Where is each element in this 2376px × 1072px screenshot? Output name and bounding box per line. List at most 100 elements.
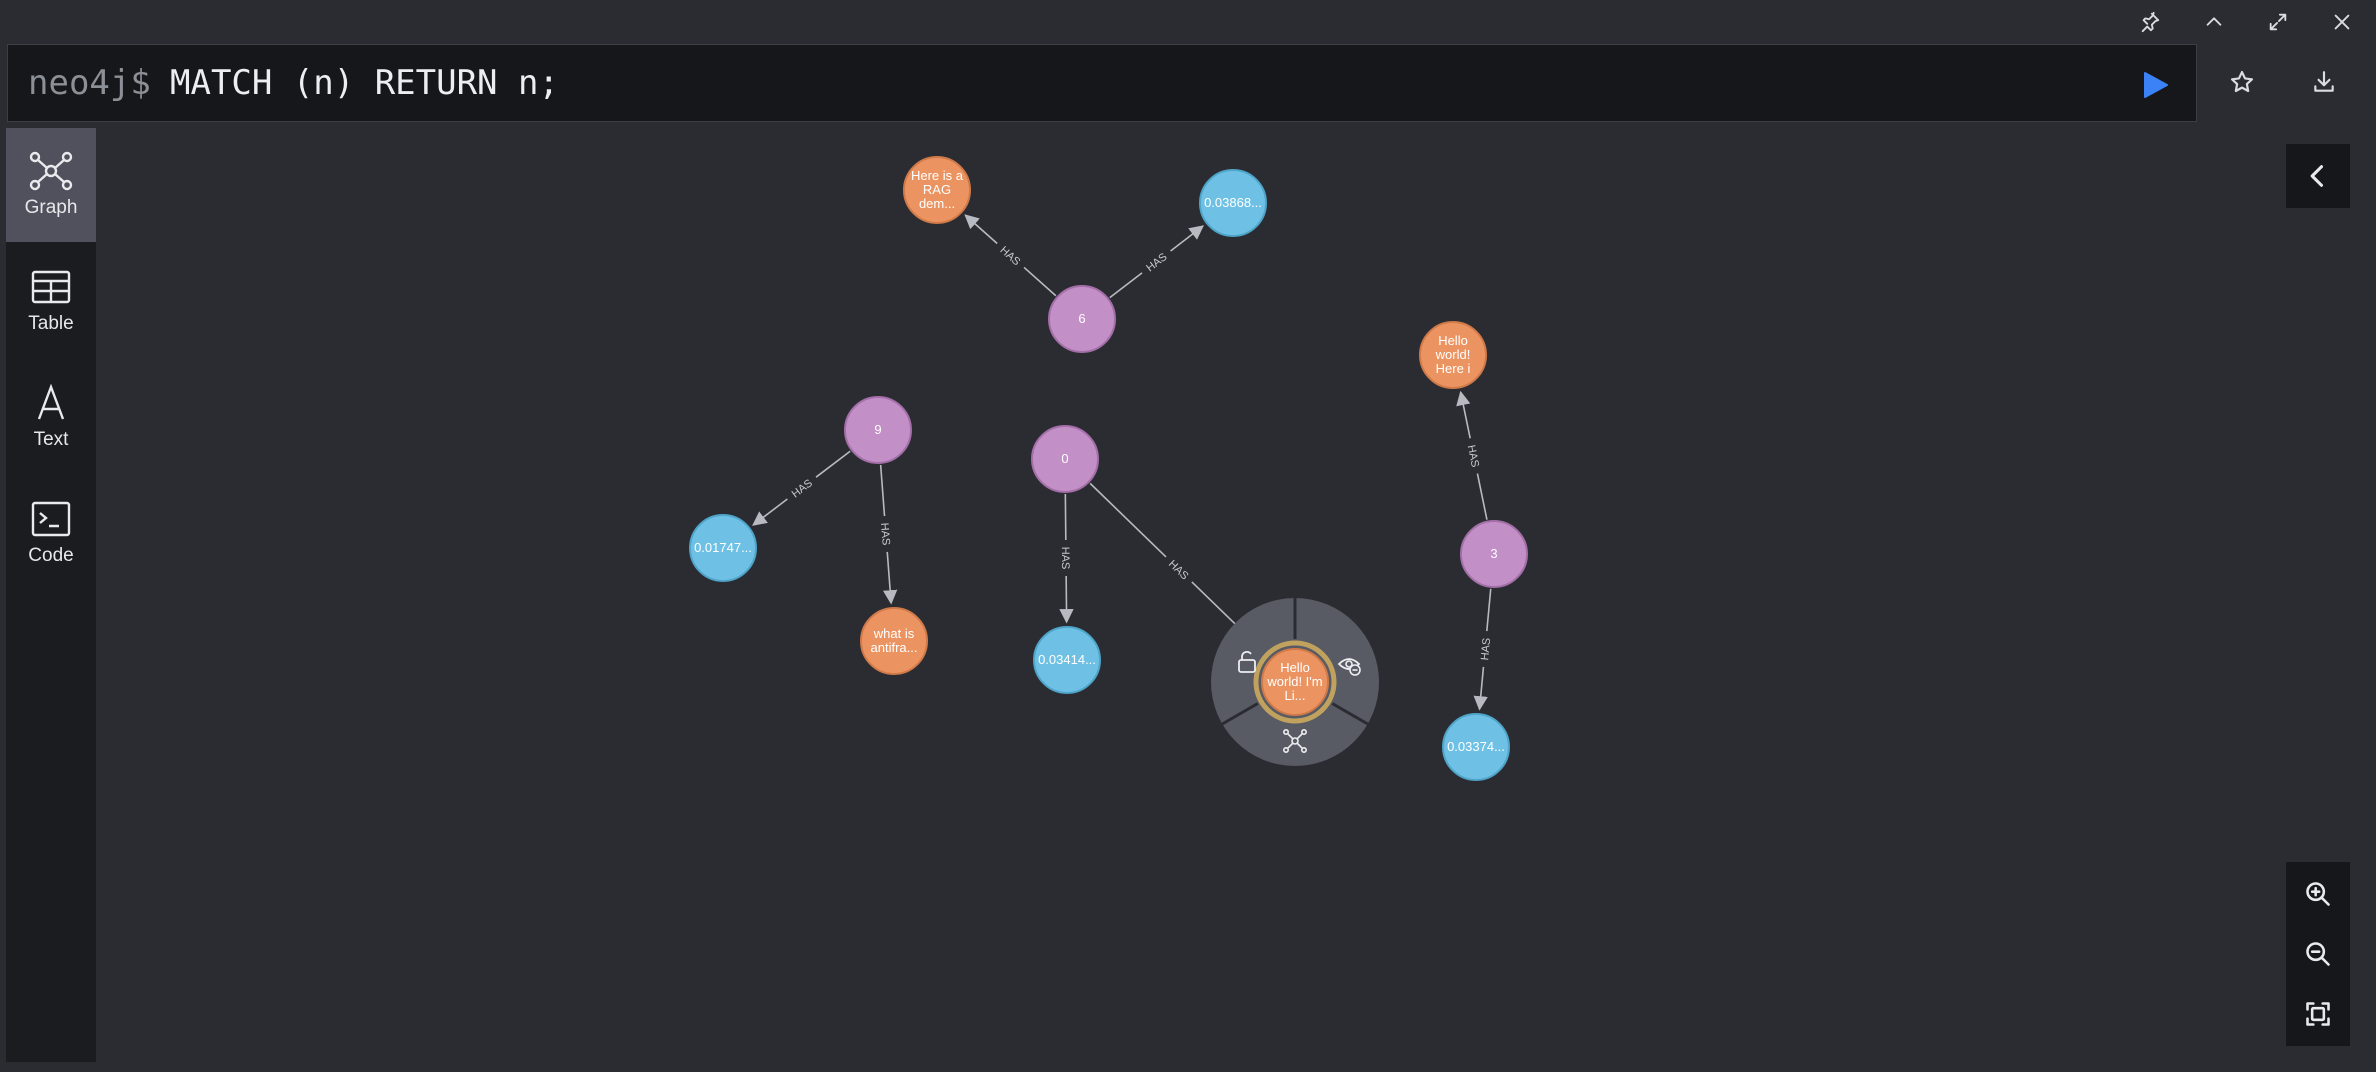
view-switcher: Graph Table Text Code [6,128,96,1062]
play-icon [2144,72,2168,98]
node-label: Hello [1280,660,1310,675]
pin-button[interactable] [2128,4,2172,40]
node-layer: 6903Here is aRAGdem... 0.03868...Hellowor… [689,156,1528,781]
relationship-label: HAS [878,522,892,545]
relationship-n3-hello3[interactable]: HAS [1456,390,1488,520]
node-label: Hello [1438,333,1468,348]
relationship-line[interactable] [1109,272,1143,299]
download-icon [2314,71,2334,92]
view-table-button[interactable]: Table [6,244,96,358]
collapse-icon [2206,17,2222,26]
download-button[interactable] [2304,62,2344,102]
query-editor[interactable]: neo4j$ MATCH (n) RETURN n; [7,44,2197,122]
table-icon [31,270,71,304]
relationship-arrow[interactable] [882,551,898,605]
zoom-out-icon [2306,942,2330,966]
relationship-label: HAS [1479,637,1493,661]
view-graph-button[interactable]: Graph [6,128,96,242]
fullscreen-button[interactable] [2256,4,2300,40]
view-text-button[interactable]: Text [6,360,96,474]
relationship-arrow[interactable] [752,498,788,526]
relationship-line[interactable] [815,450,851,478]
node-label: 0 [1061,451,1068,466]
node-label: Here i [1436,361,1471,376]
node-label: antifra... [871,640,918,655]
relationship-arrow[interactable] [1473,666,1488,711]
favorite-button[interactable] [2222,62,2262,102]
graph-node-antifra[interactable]: what isantifra... [860,607,928,675]
zoom-controls [2286,862,2350,1046]
graph-node-hellosel[interactable]: Helloworld! I'mLi... [1261,648,1329,716]
node-label: world! [1435,347,1471,362]
graph-node-n9[interactable]: 9 [844,396,912,464]
relationship-label: HAS [1166,558,1191,582]
close-icon [2334,14,2350,30]
view-text-label: Text [33,429,69,450]
relationship-line[interactable] [1089,482,1167,558]
graph-node-v038[interactable]: 0.03868... [1199,169,1267,237]
relationship-arrow[interactable] [964,214,998,245]
fullscreen-icon [2269,13,2287,31]
zoom-in-icon [2306,882,2330,906]
graph-node-n3[interactable]: 3 [1460,520,1528,588]
view-code-label: Code [28,545,74,566]
relationship-n6-v038[interactable]: HAS [1109,225,1205,299]
graph-node-v033[interactable]: 0.03374... [1442,713,1510,781]
node-label: 0.03868... [1204,195,1262,210]
neo4j-browser-frame: neo4j$ MATCH (n) RETURN n; Graph Table T… [0,0,2376,1072]
graph-node-n6[interactable]: 6 [1048,285,1116,353]
graph-canvas[interactable]: HAS HAS HAS HAS HAS HAS HAS HAS 6 9 0 3 Here is aRA… [0,0,2376,1072]
node-label: Here is a [911,168,964,183]
view-graph-label: Graph [24,197,78,218]
node-label: RAG [923,182,951,197]
zoom-in-button[interactable] [2286,864,2350,924]
graph-node-v034[interactable]: 0.03414... [1033,626,1101,694]
relationship-label: HAS [998,244,1023,268]
code-icon [31,501,71,537]
node-label: dem... [919,196,955,211]
view-code-button[interactable]: Code [6,476,96,590]
relationship-line[interactable] [879,464,886,517]
graph-node-n0[interactable]: 0 [1031,425,1099,493]
graph-node-hello3[interactable]: Helloworld!Here i [1419,321,1487,389]
relationship-n9-v017[interactable]: HAS [752,450,851,526]
node-label: 0.01747... [694,540,752,555]
node-label: 0.03374... [1447,739,1505,754]
node-label: 6 [1078,311,1085,326]
relationship-arrow[interactable] [1456,390,1471,439]
graph-icon [29,151,73,191]
relationship-label: HAS [1465,444,1481,469]
editor-prompt: neo4j$ [28,63,151,103]
fit-to-screen-button[interactable] [2286,984,2350,1044]
chevron-left-icon [2310,165,2324,187]
graph-node-rag[interactable]: Here is aRAGdem... [903,156,971,224]
relationship-line[interactable] [1023,266,1057,297]
text-icon [37,383,65,420]
relationship-label: HAS [1144,251,1169,274]
relationship-label: HAS [790,477,815,500]
fit-to-screen-icon [2306,1002,2330,1026]
pin-icon [2141,11,2160,33]
run-query-button[interactable] [2138,67,2174,103]
node-label: world! I'm [1266,674,1322,689]
node-label: 9 [874,422,881,437]
inspector-toggle-button[interactable] [2286,144,2350,208]
zoom-out-button[interactable] [2286,924,2350,984]
collapse-button[interactable] [2192,4,2236,40]
relationship-n0-v034[interactable]: HAS [1059,493,1074,624]
node-label: 3 [1490,546,1497,561]
relationship-n3-v033[interactable]: HAS [1473,588,1493,711]
graph-node-v017[interactable]: 0.01747... [689,514,757,582]
relationship-arrow[interactable] [1170,225,1205,252]
relationship-n6-rag[interactable]: HAS [964,214,1057,297]
view-table-label: Table [28,313,74,334]
query-input[interactable]: MATCH (n) RETURN n; [170,63,559,103]
node-label: Li... [1285,688,1306,703]
close-button[interactable] [2320,4,2364,40]
relationship-label: HAS [1059,547,1071,570]
relationship-line[interactable] [1486,588,1492,632]
relationship-line[interactable] [1476,473,1488,520]
node-label: what is [873,626,915,641]
relationship-n9-antifra[interactable]: HAS [878,464,898,605]
star-icon [2230,70,2254,93]
